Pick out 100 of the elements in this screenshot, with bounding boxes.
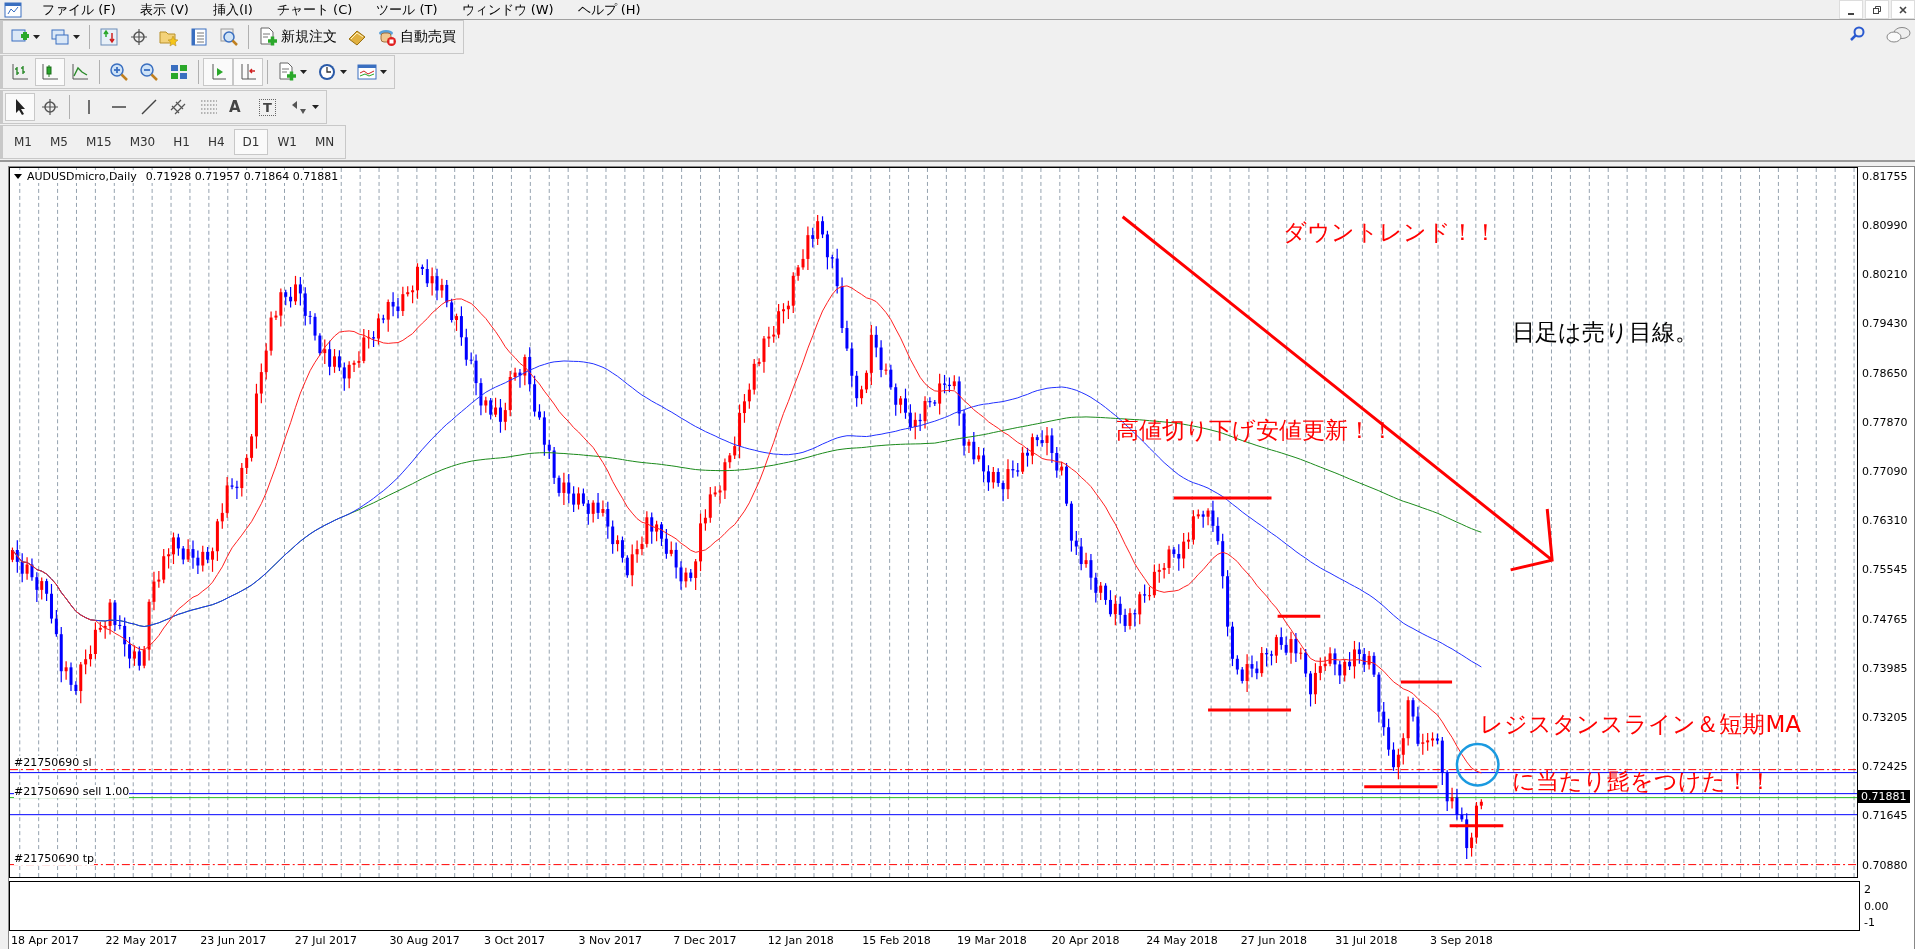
indicator-axis-label: 2 — [1864, 883, 1872, 896]
date-axis-label: 20 Apr 2018 — [1051, 933, 1121, 947]
price-axis-label: 0.79430 — [1862, 317, 1908, 331]
app-logo-icon — [4, 0, 22, 19]
grid-icon — [169, 62, 189, 82]
minimize-icon — [1847, 12, 1855, 15]
document-plus-icon — [277, 62, 297, 82]
timeframe-button[interactable]: W1 — [268, 129, 306, 155]
date-axis-label: 27 Jun 2018 — [1240, 933, 1308, 947]
robot-stop-icon — [377, 27, 397, 47]
level-line — [1449, 824, 1504, 828]
indicator-axis-label: -1 — [1864, 916, 1876, 929]
chart-annotation: に当たり髭をつけた！！ — [1512, 767, 1773, 797]
price-axis-label: 0.75545 — [1862, 563, 1908, 577]
list-window-icon — [189, 27, 209, 47]
price-axis-label: 0.78650 — [1862, 366, 1908, 380]
timeframe-button[interactable]: MN — [305, 129, 344, 155]
price-axis-label: 0.72425 — [1862, 760, 1908, 774]
menu-item[interactable]: ヘルプ (H) — [565, 0, 653, 19]
close-button[interactable] — [1891, 0, 1915, 19]
restore-button[interactable] — [1865, 0, 1889, 19]
chat-icon[interactable] — [1885, 26, 1911, 44]
shift-axis-icon — [238, 62, 258, 82]
cursor-button[interactable] — [5, 93, 35, 121]
date-axis-label: 30 Aug 2017 — [389, 933, 461, 947]
timeframe-button[interactable]: H4 — [198, 129, 234, 155]
chart-annotation: レジスタンスライン＆短期MA — [1480, 710, 1801, 740]
menu-item[interactable]: ファイル (F) — [30, 0, 128, 19]
timeframe-button[interactable]: M15 — [77, 129, 121, 155]
chart-annotation: ダウントレンド！！ — [1282, 217, 1497, 247]
arrows-icon — [99, 27, 119, 47]
date-axis-label: 15 Feb 2018 — [862, 933, 932, 947]
restore-icon — [1872, 4, 1882, 15]
timeframe-button[interactable]: D1 — [233, 129, 269, 155]
fibonacci-icon — [199, 97, 219, 117]
timeframe-button[interactable]: M1 — [5, 129, 41, 155]
price-axis-label: 0.70880 — [1862, 858, 1908, 872]
price-axis-label: 0.71645 — [1862, 809, 1908, 823]
autoscroll-button[interactable] — [203, 58, 233, 86]
price-axis-label: 0.77870 — [1862, 415, 1908, 429]
crosshair-icon — [40, 97, 60, 117]
date-axis-label: 19 Mar 2018 — [956, 933, 1028, 947]
new-order-button[interactable]: 新規注文 — [253, 23, 342, 51]
timeframe-button[interactable]: M5 — [41, 129, 77, 155]
order-line-label: #21750690 tp — [14, 851, 94, 865]
date-axis-label: 23 Jun 2017 — [200, 933, 268, 947]
menu-item[interactable]: ツール (T) — [364, 0, 450, 19]
date-axis-label: 27 Jul 2017 — [294, 933, 359, 947]
level-line — [1277, 614, 1321, 618]
date-axis-label: 12 Jan 2018 — [767, 933, 835, 947]
date-axis-label: 31 Jul 2018 — [1335, 933, 1399, 947]
crosshair-icon — [129, 27, 149, 47]
vertical-line-icon — [88, 100, 90, 114]
text-label-button[interactable]: T — [254, 93, 284, 121]
search-icon[interactable] — [1849, 26, 1865, 42]
bar-chart-icon — [10, 62, 30, 82]
document-plus-icon — [258, 27, 278, 47]
dropdown-triangle-icon[interactable] — [14, 174, 22, 179]
close-icon — [1898, 4, 1908, 15]
menu-item[interactable]: チャート (C) — [264, 0, 365, 19]
price-axis-label: 0.76310 — [1862, 514, 1908, 528]
price-axis-label: 0.80210 — [1862, 268, 1908, 282]
menu-item[interactable]: ウィンドウ (W) — [449, 0, 566, 19]
clock-icon — [317, 62, 337, 82]
zoom-in-icon — [109, 62, 129, 82]
autotrading-button[interactable]: 自動売買 — [372, 23, 461, 51]
menu-item[interactable]: 挿入(I) — [200, 0, 265, 19]
current-price-label: 0.71881 — [1858, 790, 1910, 804]
horizontal-line-icon — [112, 106, 126, 108]
shift-button[interactable] — [233, 58, 263, 86]
line-chart-icon — [70, 62, 90, 82]
template-icon — [357, 62, 377, 82]
windows-icon — [50, 27, 70, 47]
order-line-label: #21750690 sl — [14, 756, 92, 770]
menu-item[interactable]: 表示 (V) — [127, 0, 201, 19]
chart-ohlc: 0.71928 0.71957 0.71864 0.71881 — [145, 170, 339, 183]
date-axis-label: 7 Dec 2017 — [673, 933, 738, 947]
price-axis-label: 0.74765 — [1862, 612, 1908, 626]
price-axis-label: 0.80990 — [1862, 218, 1908, 232]
candles-button[interactable] — [35, 58, 65, 86]
timeframe-button[interactable]: M30 — [120, 129, 165, 155]
magnifier-chart-icon — [219, 27, 239, 47]
timeframe-button[interactable]: H1 — [164, 129, 199, 155]
date-axis-label: 24 May 2018 — [1146, 933, 1219, 947]
date-axis-label: 22 May 2017 — [105, 933, 179, 947]
level-line — [1400, 680, 1453, 684]
trendline-icon — [139, 97, 159, 117]
chart-symbol: AUDUSDmicro,Daily — [27, 170, 137, 183]
text-tool-button[interactable]: A — [224, 93, 254, 121]
date-axis-label: 18 Apr 2017 — [11, 933, 80, 947]
indicator-axis-label: 0.00 — [1864, 899, 1889, 913]
candlestick-icon — [40, 62, 60, 82]
minimize-button[interactable] — [1839, 0, 1863, 19]
chart-annotation: 日足は売り目線。 — [1512, 318, 1699, 347]
price-axis-label: 0.73985 — [1862, 661, 1908, 675]
price-axis-label: 0.81755 — [1862, 169, 1908, 183]
price-axis-label: 0.73205 — [1862, 710, 1908, 724]
date-axis-label: 3 Oct 2017 — [483, 933, 546, 947]
price-axis-label: 0.77090 — [1862, 464, 1908, 478]
date-axis-label: 3 Sep 2018 — [1429, 933, 1494, 947]
